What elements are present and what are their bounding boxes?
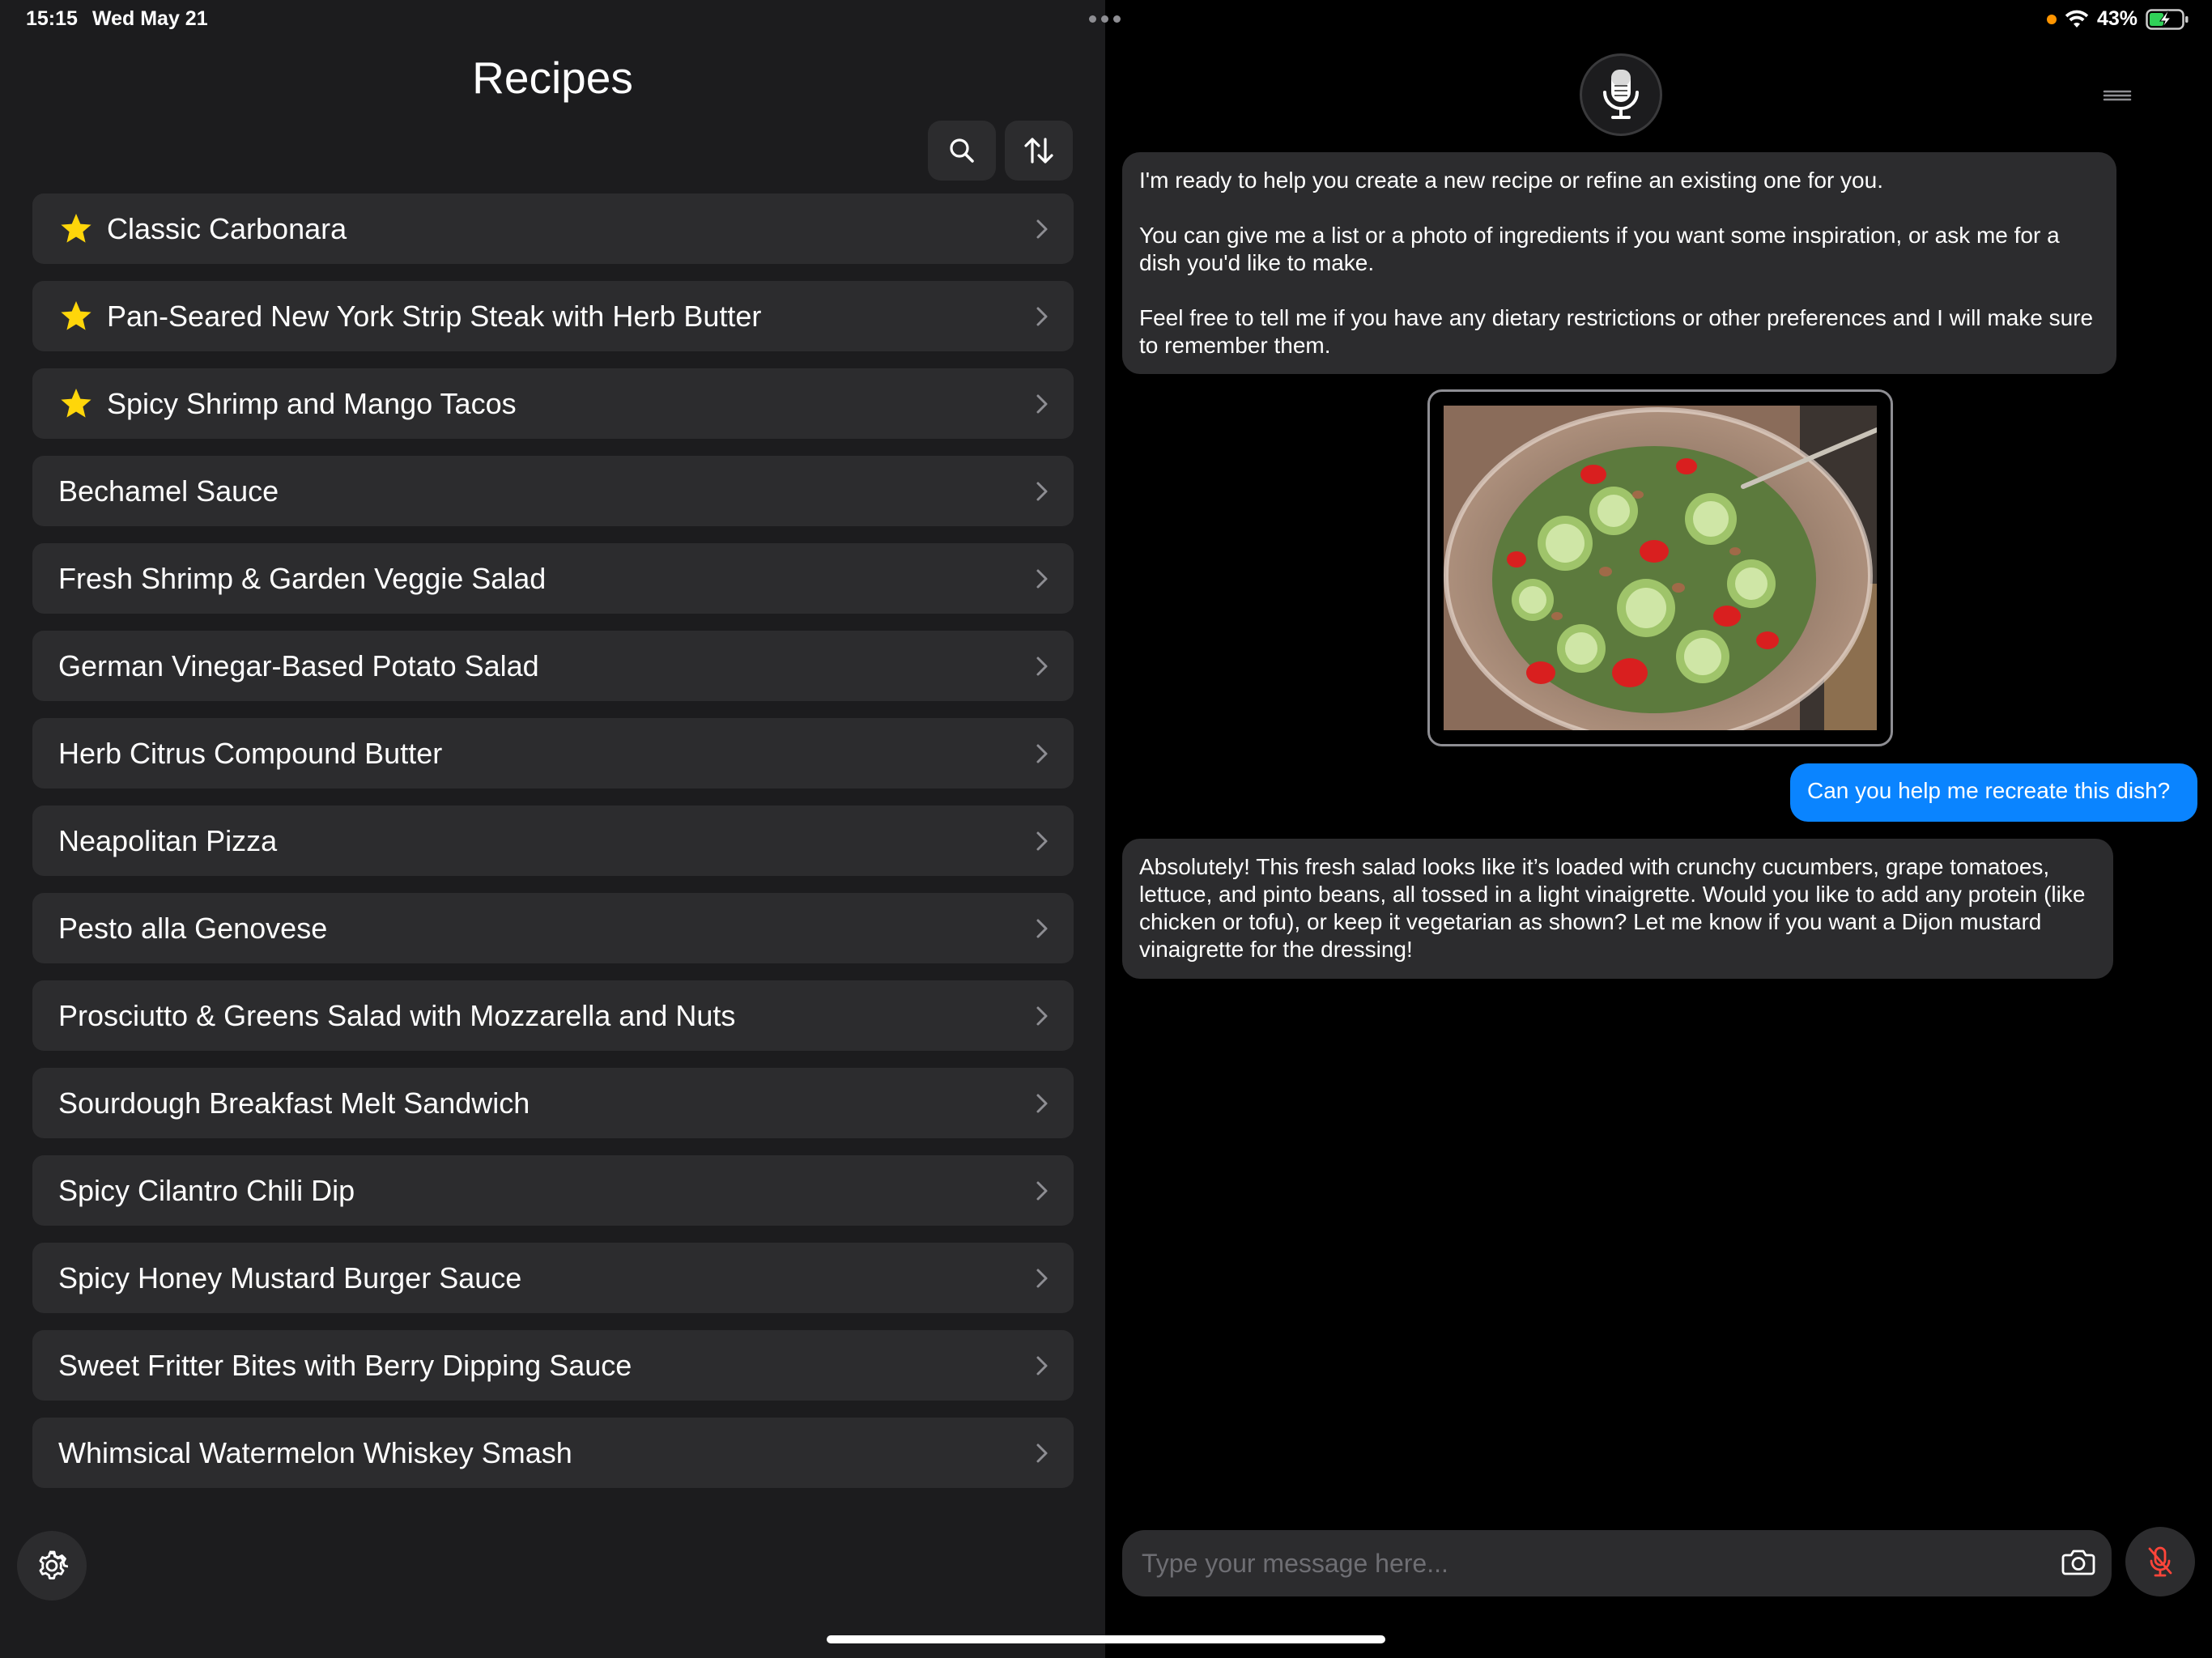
message-input[interactable] <box>1140 1547 2061 1579</box>
user-message: Can you help me recreate this dish? <box>1790 763 2197 822</box>
chevron-right-icon <box>1036 831 1048 850</box>
recipe-name: Classic Carbonara <box>107 211 347 245</box>
recipe-row[interactable]: Sourdough Breakfast Melt Sandwich <box>32 1068 1074 1138</box>
chevron-right-icon <box>1036 1269 1048 1287</box>
mute-microphone-button[interactable] <box>2125 1527 2195 1596</box>
recipe-row[interactable]: Sweet Fritter Bites with Berry Dipping S… <box>32 1330 1074 1401</box>
recipe-list: Classic Carbonara Pan-Seared New York Str… <box>32 193 1074 1505</box>
chevron-right-icon <box>1036 307 1048 325</box>
camera-button[interactable] <box>2061 1548 2095 1579</box>
chevron-right-icon <box>1036 1443 1048 1462</box>
sort-arrows-icon <box>1024 138 1053 164</box>
assistant-message: I'm ready to help you create a new recip… <box>1122 152 2116 374</box>
recipe-name: Neapolitan Pizza <box>58 823 278 857</box>
recipe-row[interactable]: Pan-Seared New York Strip Steak with Her… <box>32 281 1074 351</box>
privacy-indicator-dot <box>2046 14 2057 24</box>
recipe-name: Sourdough Breakfast Melt Sandwich <box>58 1086 530 1120</box>
chevron-right-icon <box>1036 482 1048 500</box>
chevron-right-icon <box>1036 219 1048 238</box>
settings-button[interactable] <box>17 1531 87 1601</box>
recipe-row[interactable]: Prosciutto & Greens Salad with Mozzarell… <box>32 980 1074 1051</box>
search-icon <box>950 138 974 163</box>
chevron-right-icon <box>1036 1181 1048 1200</box>
recipe-row[interactable]: Spicy Honey Mustard Burger Sauce <box>32 1243 1074 1313</box>
chevron-right-icon <box>1036 569 1048 588</box>
chevron-right-icon <box>1036 919 1048 937</box>
camera-icon <box>2061 1550 2095 1575</box>
home-indicator[interactable] <box>827 1635 1385 1643</box>
recipe-name: German Vinegar-Based Potato Salad <box>58 648 539 682</box>
recipe-name: Sweet Fritter Bites with Berry Dipping S… <box>58 1348 632 1382</box>
recipe-row[interactable]: Spicy Shrimp and Mango Tacos <box>32 368 1074 439</box>
recipe-name: Pan-Seared New York Strip Steak with Her… <box>107 299 762 333</box>
chevron-right-icon <box>1036 657 1048 675</box>
recipe-row[interactable]: Spicy Cilantro Chili Dip <box>32 1155 1074 1226</box>
recipe-row[interactable]: Classic Carbonara <box>32 193 1074 264</box>
search-button[interactable] <box>928 121 996 181</box>
status-date: Wed May 21 <box>91 7 208 30</box>
recipe-name: Prosciutto & Greens Salad with Mozzarell… <box>58 998 736 1032</box>
recipe-row[interactable]: Pesto alla Genovese <box>32 893 1074 963</box>
recipe-row[interactable]: Whimsical Watermelon Whiskey Smash <box>32 1418 1074 1488</box>
star-icon <box>61 213 91 243</box>
star-icon <box>61 300 91 330</box>
page-title: Recipes <box>472 53 633 103</box>
multitasking-dots[interactable] <box>1089 10 1125 28</box>
recipe-name: Bechamel Sauce <box>58 474 279 508</box>
recipe-name: Fresh Shrimp & Garden Veggie Salad <box>58 561 547 595</box>
chevron-right-icon <box>1036 1094 1048 1112</box>
user-photo-message[interactable] <box>1427 389 1893 746</box>
assistant-message: Absolutely! This fresh salad looks like … <box>1122 839 2113 979</box>
star-icon <box>61 388 91 418</box>
battery-charging-icon <box>2146 8 2189 30</box>
recipe-name: Pesto alla Genovese <box>58 911 328 945</box>
chat-pane: I'm ready to help you create a new recip… <box>1105 0 2212 1658</box>
chevron-right-icon <box>1036 1006 1048 1025</box>
gear-icon <box>39 1550 68 1579</box>
recipes-pane: Recipes Classic Carbonara Pan-Seared New … <box>0 0 1105 1658</box>
recipe-name: Whimsical Watermelon Whiskey Smash <box>58 1435 572 1469</box>
microphone-icon <box>1603 70 1639 119</box>
recipe-row[interactable]: Neapolitan Pizza <box>32 806 1074 876</box>
recipe-row[interactable]: German Vinegar-Based Potato Salad <box>32 631 1074 701</box>
assistant-message-paragraph: I'm ready to help you create a new recip… <box>1139 168 1883 193</box>
recipe-name: Spicy Cilantro Chili Dip <box>58 1173 355 1207</box>
sort-button[interactable] <box>1005 121 1073 181</box>
salad-photo <box>1444 406 1879 744</box>
recipe-row[interactable]: Bechamel Sauce <box>32 456 1074 526</box>
menu-icon[interactable] <box>2101 84 2133 107</box>
recipe-name: Spicy Honey Mustard Burger Sauce <box>58 1261 522 1295</box>
microphone-slash-icon <box>2148 1546 2172 1577</box>
message-input-bar <box>1122 1530 2112 1596</box>
wifi-icon <box>2065 10 2089 28</box>
assistant-message-paragraph: Absolutely! This fresh salad looks like … <box>1139 854 2086 962</box>
status-time: 15:15 <box>26 7 78 30</box>
recipe-row[interactable]: Herb Citrus Compound Butter <box>32 718 1074 789</box>
chevron-right-icon <box>1036 744 1048 763</box>
assistant-message-paragraph: You can give me a list or a photo of ing… <box>1139 223 2060 275</box>
chevron-right-icon <box>1036 394 1048 413</box>
battery-percent: 43% <box>2096 7 2138 30</box>
recipe-name: Herb Citrus Compound Butter <box>58 736 443 770</box>
recipe-row[interactable]: Fresh Shrimp & Garden Veggie Salad <box>32 543 1074 614</box>
recipe-name: Spicy Shrimp and Mango Tacos <box>107 386 517 420</box>
assistant-message-paragraph: Feel free to tell me if you have any die… <box>1139 305 2094 358</box>
status-bar: 15:15 Wed May 21 43% <box>0 0 2212 40</box>
voice-assistant-button[interactable] <box>1580 53 1662 136</box>
chevron-right-icon <box>1036 1356 1048 1375</box>
